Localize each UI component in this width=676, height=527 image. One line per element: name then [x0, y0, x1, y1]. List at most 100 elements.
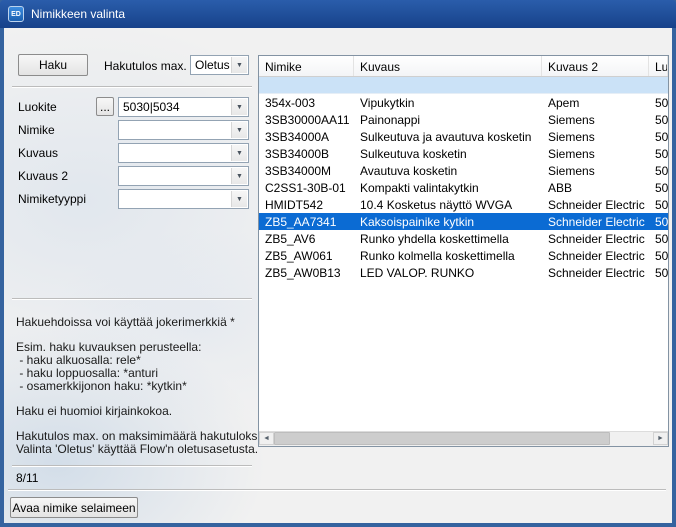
kuvaus2-select[interactable]: ▼	[118, 166, 249, 186]
dialog-content: Haku Hakutulos max. Oletus ▼ Luokite ...…	[4, 28, 672, 523]
max-results-label: Hakutulos max.	[104, 59, 187, 73]
table-row[interactable]: 3SB34000ASulkeutuva ja avautuva kosketin…	[259, 128, 668, 145]
column-header[interactable]: Kuvaus 2	[542, 56, 649, 76]
table-cell: 5030	[649, 266, 668, 280]
table-cell: 5030	[649, 232, 668, 246]
chevron-down-icon: ▼	[231, 168, 247, 184]
table-cell: ZB5_AW061	[259, 249, 354, 263]
table-cell: ZB5_AW0B13	[259, 266, 354, 280]
table-cell: 354x-003	[259, 96, 354, 110]
field-label-kuvaus2: Kuvaus 2	[18, 169, 68, 183]
table-cell: Vipukytkin	[354, 96, 542, 110]
results-table: NimikeKuvausKuvaus 2Luo 354x-003Vipukytk…	[258, 55, 669, 447]
table-cell: Siemens	[542, 113, 649, 127]
table-cell: 5030	[649, 96, 668, 110]
table-cell: 5030	[649, 215, 668, 229]
open-in-browser-button[interactable]: Avaa nimike selaimeen	[10, 497, 138, 518]
divider	[12, 465, 252, 467]
help-line: Haku ei huomioi kirjainkokoa.	[16, 405, 254, 418]
table-cell: LED VALOP. RUNKO	[354, 266, 542, 280]
table-cell: Schneider Electric	[542, 232, 649, 246]
table-cell: 5030	[649, 249, 668, 263]
table-cell: ZB5_AV6	[259, 232, 354, 246]
table-cell: 3SB34000M	[259, 164, 354, 178]
luokite-browse-button[interactable]: ...	[96, 97, 114, 116]
table-row[interactable]: ZB5_AW061Runko kolmella koskettimellaSch…	[259, 247, 668, 264]
app-icon: ED	[8, 6, 24, 22]
table-cell: ABB	[542, 181, 649, 195]
table-cell: Schneider Electric	[542, 266, 649, 280]
scrollbar-thumb[interactable]	[274, 432, 610, 445]
chevron-down-icon: ▼	[231, 57, 247, 73]
table-cell: Runko yhdella koskettimella	[354, 232, 542, 246]
table-cell: 5030	[649, 181, 668, 195]
scroll-left-icon[interactable]: ◄	[259, 432, 274, 445]
table-filter-row[interactable]	[259, 77, 668, 94]
field-label-kuvaus: Kuvaus	[18, 146, 58, 160]
window-title: Nimikkeen valinta	[31, 7, 125, 21]
table-cell: 3SB34000B	[259, 147, 354, 161]
max-results-select[interactable]: Oletus ▼	[190, 55, 249, 75]
column-header[interactable]: Kuvaus	[354, 56, 542, 76]
table-cell: Sulkeutuva kosketin	[354, 147, 542, 161]
chevron-down-icon: ▼	[231, 191, 247, 207]
chevron-down-icon: ▼	[231, 99, 247, 115]
table-row[interactable]: C2SS1-30B-01Kompakti valintakytkinABB503…	[259, 179, 668, 196]
result-count: 8/11	[16, 471, 38, 485]
nimike-select[interactable]: ▼	[118, 120, 249, 140]
table-cell: 5030	[649, 164, 668, 178]
table-cell: C2SS1-30B-01	[259, 181, 354, 195]
table-cell: Sulkeutuva ja avautuva kosketin	[354, 130, 542, 144]
table-body: 354x-003VipukytkinApem50303SB30000AA11Pa…	[259, 94, 668, 281]
kuvaus-select[interactable]: ▼	[118, 143, 249, 163]
table-row[interactable]: 3SB30000AA11PainonappiSiemens5030	[259, 111, 668, 128]
column-header[interactable]: Luo	[649, 56, 668, 76]
divider	[12, 86, 252, 88]
table-row[interactable]: HMIDT54210.4 Kosketus näyttö WVGASchneid…	[259, 196, 668, 213]
table-cell: Painonappi	[354, 113, 542, 127]
table-cell: 3SB30000AA11	[259, 113, 354, 127]
table-row[interactable]: 3SB34000BSulkeutuva kosketinSiemens5030	[259, 145, 668, 162]
table-cell: 10.4 Kosketus näyttö WVGA	[354, 198, 542, 212]
help-text: Hakuehdoissa voi käyttää jokerimerkkiä *…	[16, 316, 254, 456]
field-label-nimike: Nimike	[18, 123, 55, 137]
table-row[interactable]: 354x-003VipukytkinApem5030	[259, 94, 668, 111]
divider	[12, 298, 252, 300]
field-label-luokite: Luokite	[18, 100, 57, 114]
table-row[interactable]: ZB5_AA7341Kaksoispainike kytkinSchneider…	[259, 213, 668, 230]
table-cell: Siemens	[542, 147, 649, 161]
chevron-down-icon: ▼	[231, 145, 247, 161]
table-cell: HMIDT542	[259, 198, 354, 212]
table-row[interactable]: ZB5_AW0B13LED VALOP. RUNKOSchneider Elec…	[259, 264, 668, 281]
table-cell: Apem	[542, 96, 649, 110]
chevron-down-icon: ▼	[231, 122, 247, 138]
table-row[interactable]: 3SB34000MAvautuva kosketinSiemens5030	[259, 162, 668, 179]
luokite-value: 5030|5034	[123, 100, 180, 114]
horizontal-scrollbar[interactable]: ◄ ►	[259, 431, 668, 446]
luokite-select[interactable]: 5030|5034 ▼	[118, 97, 249, 117]
table-cell: 5030	[649, 113, 668, 127]
max-results-value: Oletus	[195, 58, 230, 72]
table-cell: Siemens	[542, 130, 649, 144]
table-cell: Siemens	[542, 164, 649, 178]
table-header: NimikeKuvausKuvaus 2Luo	[259, 56, 668, 77]
nimiketyyppi-select[interactable]: ▼	[118, 189, 249, 209]
help-line: Hakuehdoissa voi käyttää jokerimerkkiä *	[16, 316, 254, 329]
table-cell: Kompakti valintakytkin	[354, 181, 542, 195]
table-cell: 5030	[649, 198, 668, 212]
divider	[8, 489, 666, 491]
help-line: - osamerkkijonon haku: *kytkin*	[16, 380, 254, 393]
scroll-right-icon[interactable]: ►	[653, 432, 668, 445]
haku-button[interactable]: Haku	[18, 54, 88, 76]
field-label-nimiketyyppi: Nimiketyyppi	[18, 192, 86, 206]
titlebar[interactable]: ED Nimikkeen valinta	[0, 0, 676, 28]
table-cell: 5030	[649, 147, 668, 161]
table-cell: 3SB34000A	[259, 130, 354, 144]
column-header[interactable]: Nimike	[259, 56, 354, 76]
table-cell: Kaksoispainike kytkin	[354, 215, 542, 229]
table-row[interactable]: ZB5_AV6Runko yhdella koskettimellaSchnei…	[259, 230, 668, 247]
table-cell: Schneider Electric	[542, 249, 649, 263]
table-cell: Schneider Electric	[542, 215, 649, 229]
help-line: Valinta 'Oletus' käyttää Flow'n oletusas…	[16, 443, 254, 456]
table-cell: Runko kolmella koskettimella	[354, 249, 542, 263]
